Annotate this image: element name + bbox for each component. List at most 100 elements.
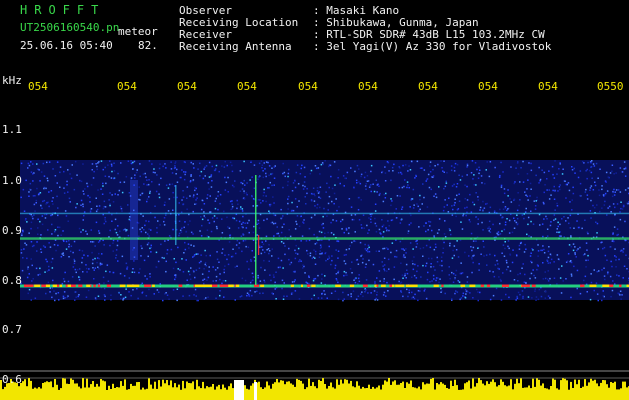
- noise-speck: [386, 229, 388, 231]
- noise-speck: [591, 177, 593, 179]
- level-bar-column: [18, 386, 20, 400]
- noise-speck: [364, 291, 366, 293]
- noise-speck: [340, 220, 342, 223]
- noise-speck: [557, 190, 559, 192]
- level-bar-column: [468, 380, 470, 400]
- noise-speck: [98, 252, 100, 255]
- noise-speck: [167, 187, 170, 189]
- noise-speck: [286, 295, 288, 297]
- noise-speck: [317, 167, 320, 169]
- noise-speck: [549, 224, 552, 227]
- noise-speck: [390, 251, 392, 254]
- noise-speck: [360, 224, 363, 226]
- level-bar-column: [554, 379, 556, 400]
- noise-speck: [502, 208, 505, 210]
- level-bar-column: [4, 386, 6, 400]
- level-bar-column: [492, 379, 494, 400]
- noise-speck: [253, 225, 255, 228]
- noise-speck: [72, 266, 75, 268]
- noise-speck: [192, 256, 194, 258]
- noise-speck: [124, 228, 126, 231]
- noise-speck: [294, 290, 297, 292]
- noise-speck: [215, 297, 217, 299]
- noise-speck: [360, 255, 362, 257]
- noise-speck: [384, 166, 386, 168]
- noise-speck: [568, 189, 571, 192]
- noise-speck: [452, 281, 455, 283]
- noise-speck: [188, 294, 191, 297]
- level-bar-column: [344, 379, 346, 400]
- noise-speck: [25, 179, 27, 182]
- level-bar-column: [552, 378, 554, 400]
- noise-speck: [398, 166, 400, 168]
- noise-speck: [497, 233, 500, 236]
- noise-speck: [110, 163, 113, 166]
- noise-speck: [333, 192, 336, 195]
- noise-speck: [289, 235, 292, 238]
- noise-speck: [470, 246, 472, 248]
- noise-speck: [487, 227, 489, 230]
- noise-speck: [298, 298, 301, 300]
- noise-speck: [71, 276, 74, 278]
- noise-speck: [20, 249, 23, 251]
- noise-speck: [164, 163, 166, 165]
- noise-speck: [471, 160, 474, 162]
- noise-speck: [455, 290, 457, 292]
- noise-speck: [337, 271, 339, 274]
- noise-speck: [136, 288, 138, 290]
- noise-speck: [182, 271, 185, 273]
- noise-speck: [486, 202, 488, 205]
- noise-speck: [417, 265, 419, 267]
- noise-speck: [194, 186, 196, 189]
- noise-speck: [304, 196, 306, 198]
- level-bar-column: [100, 379, 102, 400]
- noise-speck: [328, 255, 330, 257]
- carrier-peak: [25, 284, 30, 287]
- noise-speck: [586, 249, 588, 251]
- noise-speck: [559, 277, 562, 279]
- noise-speck: [248, 219, 250, 222]
- noise-speck: [378, 228, 381, 231]
- noise-speck: [105, 270, 107, 273]
- noise-speck: [250, 260, 252, 262]
- noise-speck: [439, 264, 441, 267]
- noise-speck: [536, 196, 538, 199]
- noise-speck: [190, 244, 192, 246]
- noise-speck: [593, 269, 595, 271]
- carrier-peak: [229, 284, 234, 287]
- carrier-peak: [52, 284, 58, 287]
- noise-speck: [436, 256, 438, 259]
- noise-speck: [558, 235, 561, 237]
- noise-speck: [68, 256, 70, 258]
- level-bar-column: [574, 379, 576, 400]
- noise-speck: [473, 174, 475, 176]
- noise-speck: [158, 196, 161, 199]
- noise-speck: [178, 234, 180, 237]
- noise-speck: [235, 219, 238, 222]
- noise-speck: [140, 230, 143, 233]
- noise-speck: [63, 280, 66, 283]
- noise-speck: [160, 177, 162, 180]
- noise-speck: [198, 261, 201, 264]
- noise-speck: [324, 232, 326, 235]
- noise-speck: [117, 225, 119, 227]
- noise-speck: [318, 256, 321, 258]
- noise-speck: [268, 187, 270, 189]
- noise-speck: [443, 241, 445, 244]
- noise-speck: [25, 218, 27, 220]
- noise-speck: [551, 165, 554, 168]
- level-bar-column: [46, 381, 48, 400]
- noise-speck: [123, 275, 126, 277]
- noise-speck: [428, 257, 430, 260]
- noise-speck: [131, 271, 134, 273]
- noise-speck: [201, 218, 204, 221]
- noise-speck: [273, 276, 275, 278]
- noise-speck: [382, 224, 385, 226]
- noise-speck: [148, 235, 151, 238]
- level-bar-column: [262, 389, 264, 400]
- level-bar-column: [494, 382, 496, 400]
- noise-speck: [430, 263, 432, 265]
- noise-speck: [506, 218, 508, 220]
- noise-speck: [375, 225, 378, 227]
- noise-speck: [349, 245, 351, 247]
